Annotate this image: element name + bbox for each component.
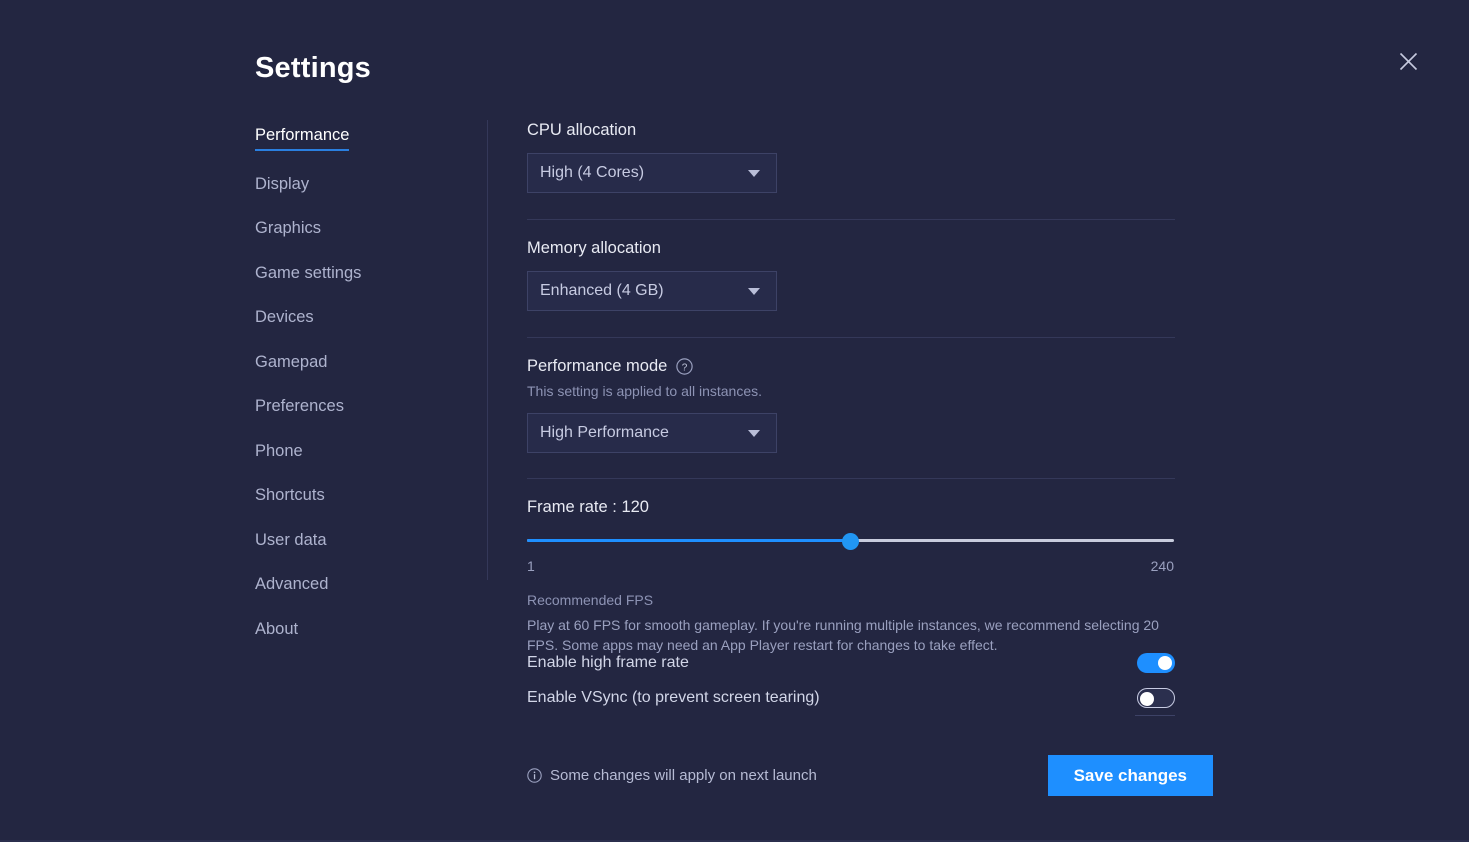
toggle-row-vsync: Enable VSync (to prevent screen tearing) [527,680,1175,715]
sidebar-item-advanced[interactable]: Advanced [255,574,328,596]
divider-memory-perfmode [527,337,1175,338]
high-frame-rate-label: Enable high frame rate [527,653,689,671]
performance-mode-label: Performance mode [527,357,668,375]
divider-cpu-memory [527,219,1175,220]
recommended-fps-title: Recommended FPS [527,592,654,608]
chevron-down-icon [748,429,760,437]
sidebar-item-devices[interactable]: Devices [255,307,314,329]
memory-allocation-select[interactable]: Enhanced (4 GB) [527,271,777,311]
high-frame-rate-toggle[interactable] [1137,652,1175,673]
slider-track-fill [527,539,851,542]
performance-mode-description: This setting is applied to all instances… [527,383,763,399]
performance-mode-value: High Performance [540,424,669,441]
sidebar-divider [487,120,488,580]
sidebar-item-performance[interactable]: Performance [255,125,350,151]
memory-allocation-label: Memory allocation [527,239,661,257]
slider-max-label: 240 [1150,558,1174,574]
sidebar-item-about[interactable]: About [255,619,298,641]
sidebar-item-shortcuts[interactable]: Shortcuts [255,485,325,507]
slider-min-label: 1 [527,558,535,574]
cpu-allocation-label: CPU allocation [527,121,637,139]
info-circle-icon [527,768,542,783]
chevron-down-icon [748,287,760,295]
toggle-knob [1140,691,1154,706]
cpu-allocation-section: CPU allocation High (4 Cores) [527,120,777,193]
sidebar-item-graphics[interactable]: Graphics [255,218,321,240]
frame-rate-label: Frame rate : 120 [527,498,649,516]
cpu-allocation-value: High (4 Cores) [540,164,645,181]
sidebar-item-gamepad[interactable]: Gamepad [255,352,327,374]
frame-rate-section: Frame rate : 120 1 240 Recommended FPS P… [527,497,1174,655]
toggle-list: Enable high frame rate Enable VSync (to … [527,645,1175,716]
help-circle-icon[interactable]: ? [676,357,694,375]
divider-perfmode-framerate [527,478,1175,479]
close-icon [1399,52,1418,71]
memory-allocation-section: Memory allocation Enhanced (4 GB) [527,238,777,311]
save-changes-button[interactable]: Save changes [1047,755,1213,796]
settings-dialog: Settings Performance Display Graphics Ga… [0,0,1469,842]
vsync-toggle[interactable] [1137,687,1175,708]
chevron-down-icon [748,169,760,177]
toggle-knob [1158,655,1172,670]
slider-bounds: 1 240 [527,558,1174,574]
svg-text:?: ? [682,362,688,373]
footer-note-text: Some changes will apply on next launch [550,767,817,784]
sidebar-item-user-data[interactable]: User data [255,530,327,552]
sidebar-item-phone[interactable]: Phone [255,441,303,463]
memory-allocation-value: Enhanced (4 GB) [540,282,664,299]
toggle-section-divider [1135,715,1175,716]
cpu-allocation-select[interactable]: High (4 Cores) [527,153,777,193]
performance-mode-select[interactable]: High Performance [527,413,777,453]
sidebar-item-game-settings[interactable]: Game settings [255,263,361,285]
performance-mode-section: Performance mode ? This setting is appli… [527,356,777,453]
close-button[interactable] [1392,45,1425,78]
settings-sidebar: Performance Display Graphics Game settin… [255,125,460,663]
toggle-row-high-frame-rate: Enable high frame rate [527,645,1175,680]
dialog-footer: Some changes will apply on next launch S… [527,755,1213,796]
sidebar-item-display[interactable]: Display [255,174,309,196]
sidebar-item-preferences[interactable]: Preferences [255,396,344,418]
vsync-label: Enable VSync (to prevent screen tearing) [527,688,820,706]
frame-rate-slider[interactable] [527,533,1174,550]
footer-note: Some changes will apply on next launch [527,767,817,784]
page-title: Settings [255,52,371,84]
performance-mode-label-row: Performance mode ? [527,356,777,376]
slider-thumb[interactable] [842,533,859,550]
